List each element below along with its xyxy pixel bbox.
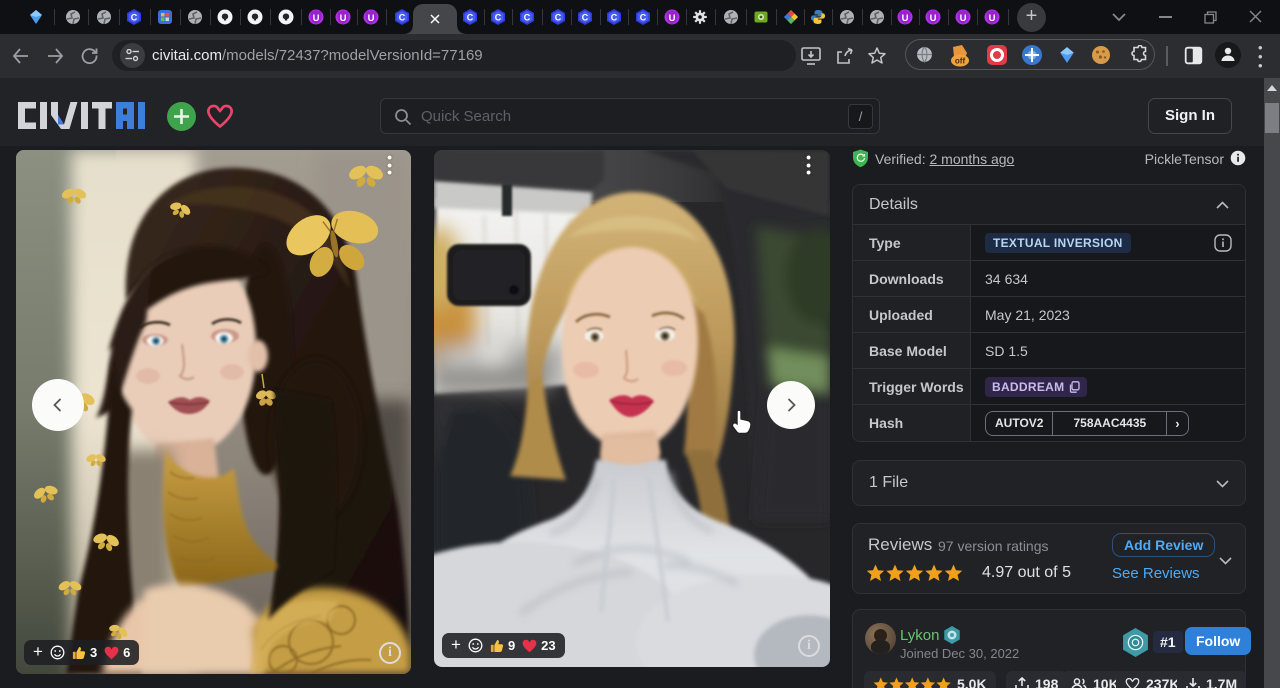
svg-text:C: C — [555, 13, 562, 23]
svg-text:U: U — [340, 13, 347, 24]
svg-text:U: U — [669, 13, 676, 24]
svg-text:C: C — [467, 13, 474, 23]
svg-text:U: U — [313, 13, 320, 24]
svg-text:off: off — [955, 57, 966, 66]
svg-text:C: C — [495, 13, 502, 23]
svg-text:C: C — [640, 13, 647, 23]
svg-text:C: C — [524, 13, 531, 23]
svg-text:U: U — [368, 13, 375, 24]
svg-text:U: U — [902, 13, 909, 24]
svg-text:C: C — [131, 13, 138, 23]
svg-text:C: C — [582, 13, 589, 23]
svg-text:U: U — [960, 13, 967, 24]
svg-text:U: U — [989, 13, 996, 24]
svg-text:C: C — [399, 13, 406, 23]
svg-text:C: C — [611, 13, 618, 23]
svg-text:U: U — [930, 13, 937, 24]
